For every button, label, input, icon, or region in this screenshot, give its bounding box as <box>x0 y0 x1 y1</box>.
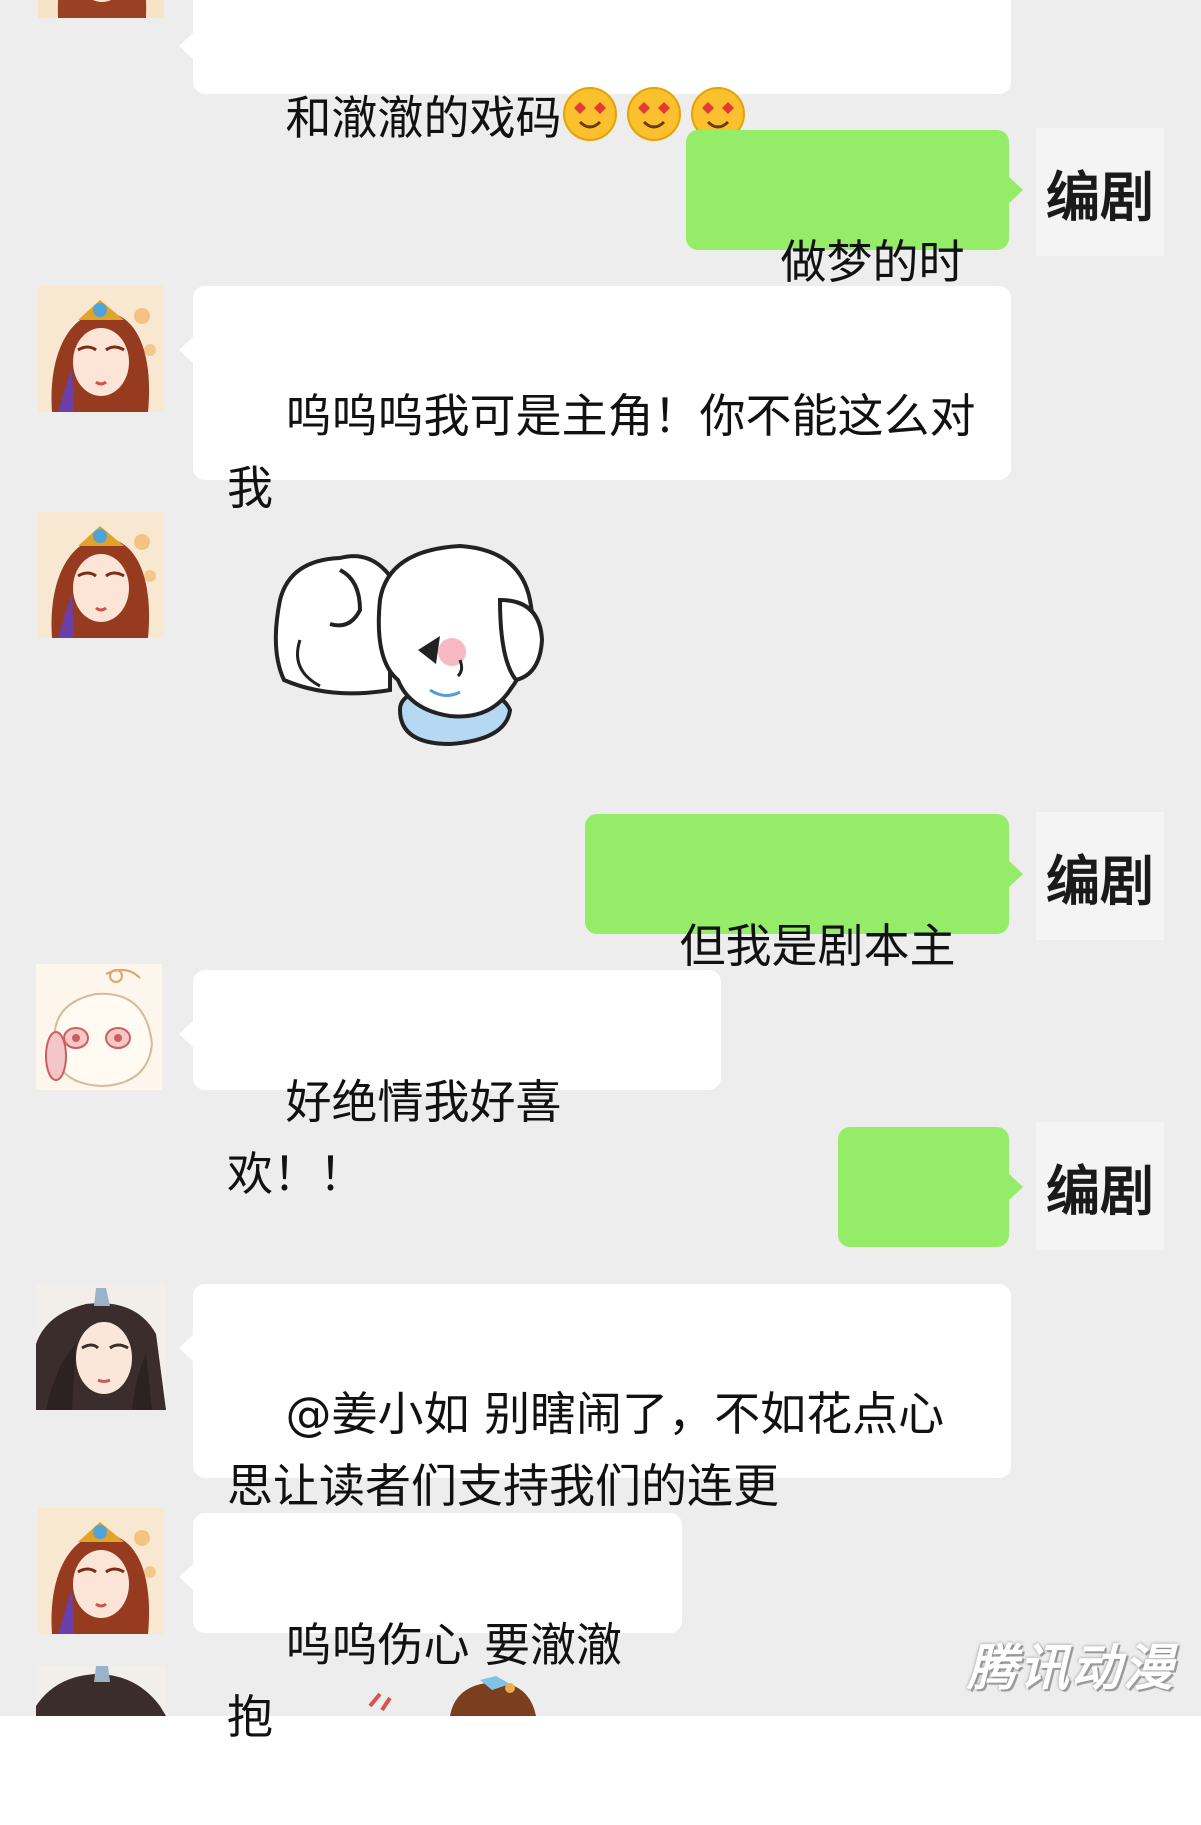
writer-avatar[interactable]: 编剧 <box>1036 1122 1164 1250</box>
message-bubble[interactable]: 做梦的时候 <box>686 130 1023 361</box>
chat-window: 和澈澈的戏码 做梦的时候 编剧 呜呜呜我可是主角！你不能这么对我 <box>0 0 1201 1744</box>
message-text: 好绝情我好喜欢！！ <box>227 1075 562 1201</box>
pet-avatar[interactable] <box>36 964 162 1090</box>
watermark: 腾讯动漫 <box>967 1639 1175 1697</box>
message-bubble[interactable]: 好绝情我好喜欢！！ <box>179 970 721 1201</box>
heroine-avatar[interactable] <box>38 0 164 18</box>
message-text: 呜呜呜我可是主角！你不能这么对我 <box>227 389 976 515</box>
message-bubble[interactable]: 呜呜呜我可是主角！你不能这么对我 <box>179 286 1011 515</box>
writer-avatar-label: 编剧 <box>1046 849 1154 913</box>
writer-avatar[interactable]: 编剧 <box>1036 128 1164 256</box>
writer-avatar-label: 编剧 <box>1046 165 1154 229</box>
partial-sticker[interactable] <box>360 1676 540 1716</box>
message-bubble[interactable]: 和澈澈的戏码 <box>179 0 1011 145</box>
message-bubble[interactable]: 呜呜伤心 要澈澈抱 <box>179 1513 682 1744</box>
writer-avatar[interactable]: 编剧 <box>1036 812 1164 940</box>
heart-eyes-emoji-icon <box>562 86 618 162</box>
message-text: 和澈澈的戏码 <box>285 91 562 145</box>
heart-eyes-emoji-icon <box>626 86 682 162</box>
hero-avatar[interactable] <box>36 1284 166 1410</box>
writer-avatar-label: 编剧 <box>1046 1159 1154 1223</box>
heroine-avatar[interactable] <box>38 512 164 638</box>
crying-bunny-sticker[interactable] <box>270 540 570 760</box>
heroine-avatar[interactable] <box>38 286 164 412</box>
heroine-avatar[interactable] <box>38 1508 164 1634</box>
hero-avatar[interactable] <box>36 1666 166 1716</box>
message-text: @姜小如 别瞎闹了，不如花点心思让读者们支持我们的连更 <box>227 1387 945 1513</box>
message-bubble[interactable]: @姜小如 别瞎闹了，不如花点心思让读者们支持我们的连更 <box>179 1284 1011 1513</box>
message-bubble[interactable]: 丑拒 <box>838 1127 1023 1358</box>
message-bubble[interactable]: 但我是剧本主笔 <box>585 814 1023 1045</box>
